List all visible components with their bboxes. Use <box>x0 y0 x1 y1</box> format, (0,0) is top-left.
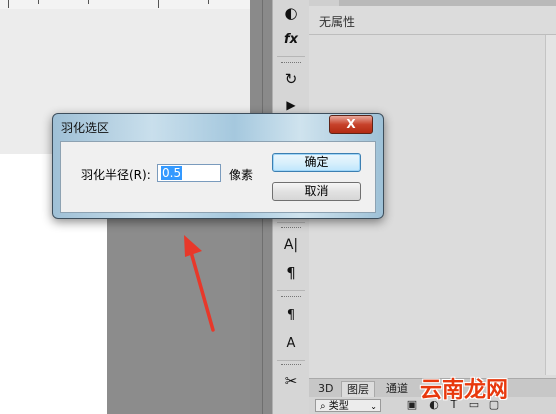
layer-kind-select[interactable]: ⌕ 类型 ⌄ <box>315 399 381 412</box>
dialog-title: 羽化选区 <box>61 121 110 135</box>
dialog-body: 羽化半径(R): 0.5 像素 确定 取消 <box>60 141 376 213</box>
tool-preset-icon[interactable]: ✂ <box>279 370 303 392</box>
document-region <box>0 9 250 114</box>
panel-grip[interactable] <box>281 364 301 368</box>
layer-kind-label: 类型 <box>328 401 349 412</box>
tab-3d[interactable]: 3D <box>313 381 338 397</box>
ok-button[interactable]: 确定 <box>272 153 361 172</box>
chevron-down-icon: ⌄ <box>370 402 377 411</box>
no-properties-label: 无属性 <box>319 15 356 29</box>
history-icon[interactable]: ↻ <box>279 68 303 90</box>
tab-layers[interactable]: 图层 <box>341 381 375 398</box>
character-icon[interactable]: A| <box>279 234 303 256</box>
panel-grip[interactable] <box>281 62 301 66</box>
character-style-icon[interactable]: A <box>279 332 303 354</box>
paragraph-style-icon[interactable]: ¶ <box>279 304 303 326</box>
divider <box>277 222 305 223</box>
fx-icon[interactable]: fx <box>279 28 303 50</box>
search-icon: ⌕ <box>320 401 326 412</box>
feather-radius-input[interactable]: 0.5 <box>157 164 221 182</box>
properties-panel-header <box>309 0 556 6</box>
divider <box>277 290 305 291</box>
panel-grip[interactable] <box>281 296 301 300</box>
divider <box>277 360 305 361</box>
feather-selection-dialog: 羽化选区 X 羽化半径(R): 0.5 像素 确定 取消 <box>52 113 384 219</box>
paragraph-icon[interactable]: ¶ <box>279 262 303 284</box>
tab-channels[interactable]: 通道 <box>381 381 413 397</box>
close-button[interactable]: X <box>329 115 373 134</box>
feather-radius-label: 羽化半径(R): <box>81 168 151 182</box>
adjustment-icon[interactable]: ◐ <box>279 2 303 24</box>
feather-radius-value: 0.5 <box>161 166 183 180</box>
red-arrow-annotation <box>184 235 215 332</box>
divider <box>277 56 305 57</box>
image-filter-icon[interactable]: ▣ <box>405 398 419 412</box>
panel-grip[interactable] <box>281 227 301 231</box>
properties-scrollbar[interactable] <box>545 35 556 375</box>
divider <box>309 34 556 35</box>
watermark-logo: 云南龙网 <box>420 378 509 403</box>
properties-tab[interactable] <box>309 0 339 6</box>
unit-label: 像素 <box>229 168 254 182</box>
cancel-button[interactable]: 取消 <box>272 182 361 201</box>
